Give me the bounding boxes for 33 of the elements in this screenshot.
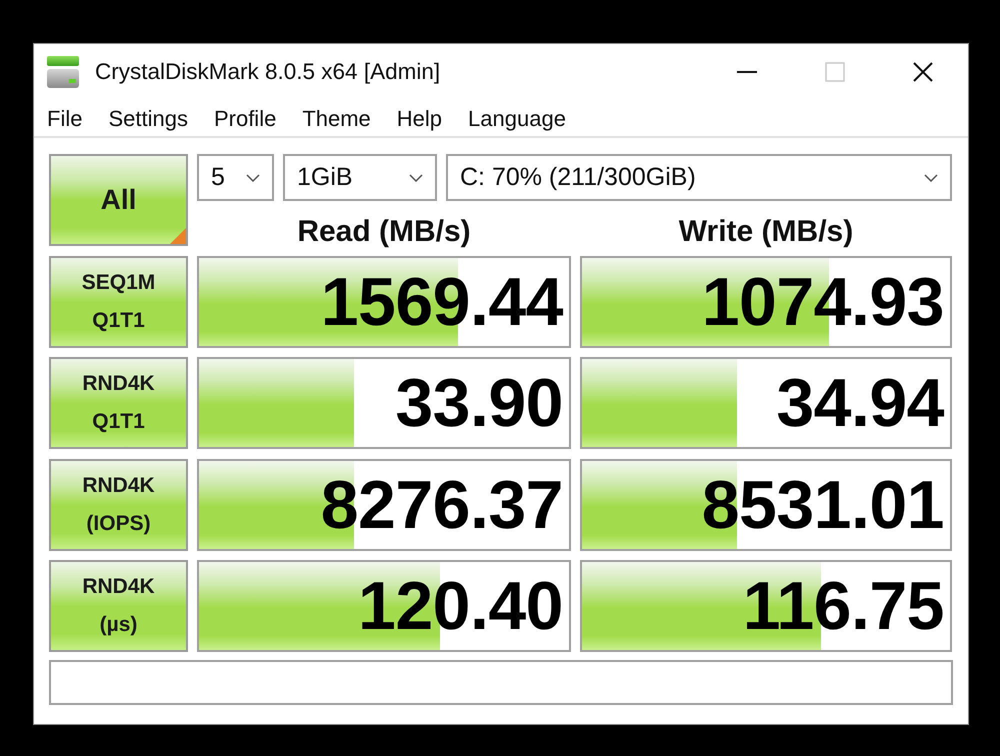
window-title: CrystalDiskMark 8.0.5 x64 [Admin] (95, 58, 440, 84)
result-value: 8531.01 (702, 466, 945, 544)
result-value: 120.40 (358, 567, 564, 646)
test-button[interactable]: RND4K (µs) (49, 560, 188, 652)
dropdown[interactable]: 5 (197, 154, 274, 201)
result-value: 116.75 (742, 567, 945, 646)
dropdown[interactable]: 1GiB (283, 154, 437, 201)
test-button[interactable]: RND4K Q1T1 (49, 357, 188, 449)
dropdown[interactable]: C: 70% (211/300GiB) (446, 154, 952, 201)
chevron-down-icon (924, 174, 938, 182)
column-header: Write (MB/s) (678, 216, 854, 248)
menu-item[interactable]: Profile (200, 106, 290, 132)
comment-field[interactable] (49, 660, 953, 705)
test-button[interactable]: SEQ1M Q1T1 (49, 256, 188, 348)
chevron-down-icon (409, 174, 423, 182)
menu-item[interactable]: Settings (95, 106, 201, 132)
chevron-down-icon (246, 174, 260, 182)
menu-item[interactable]: Help (384, 106, 456, 132)
disk-drive-icon (46, 56, 80, 88)
menu-item[interactable]: File (34, 106, 96, 132)
result-value: 8276.37 (320, 466, 564, 544)
corner-triangle-icon (170, 228, 186, 244)
result-value: 33.90 (395, 364, 564, 443)
minimize-icon[interactable] (737, 70, 757, 72)
result-value: 1569.44 (320, 262, 564, 342)
test-button[interactable]: RND4K (IOPS) (49, 458, 188, 550)
result-value: 34.94 (776, 364, 946, 443)
menu-item[interactable]: Language (455, 106, 579, 132)
menu-item[interactable]: Theme (289, 106, 384, 132)
close-icon[interactable] (913, 62, 933, 82)
result-value: 1074.93 (702, 262, 945, 342)
column-header: Read (MB/s) (297, 216, 471, 248)
all-button[interactable]: All (49, 154, 188, 246)
